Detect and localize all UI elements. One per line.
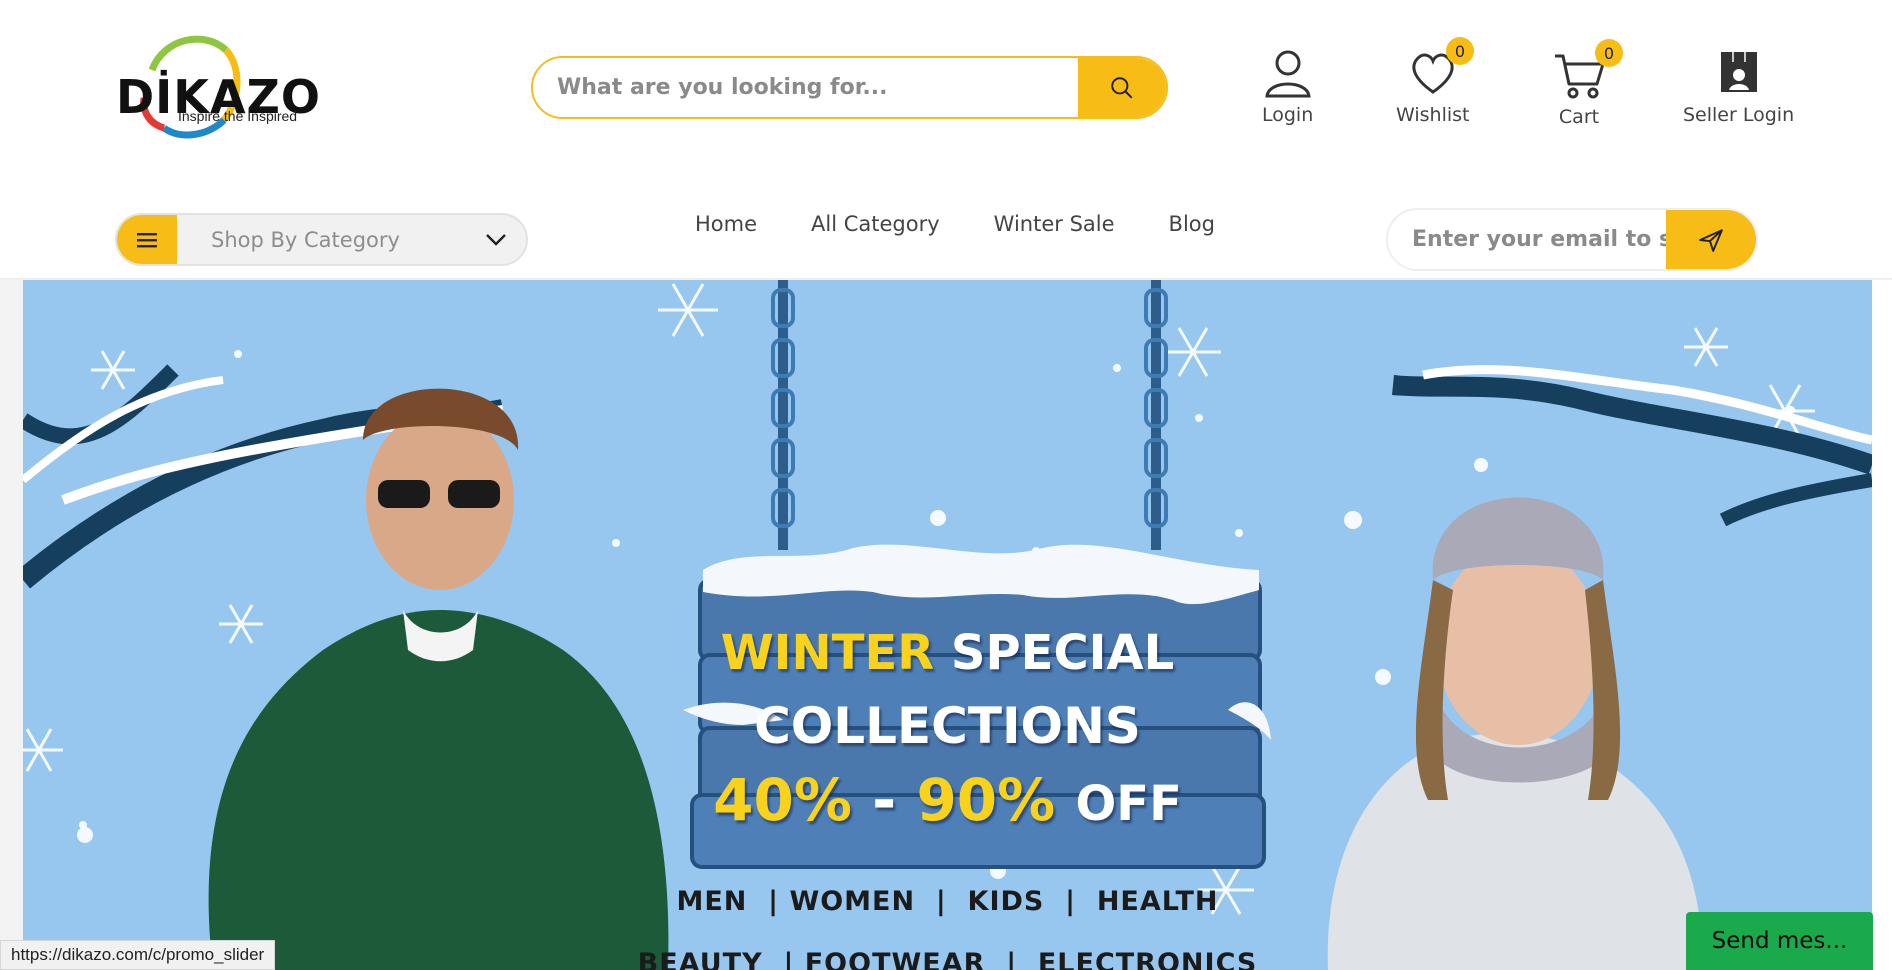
banner-headline-word2: SPECIAL xyxy=(950,625,1175,681)
hamburger-icon xyxy=(137,232,157,247)
page-gutter-right xyxy=(1872,280,1892,970)
page: DİKAZO Inspire the Inspired Login Wishli… xyxy=(0,0,1892,970)
seller-login-link[interactable]: Seller Login xyxy=(1683,48,1794,126)
search-icon xyxy=(1111,76,1133,98)
discount-from: 40% xyxy=(713,766,852,834)
login-link[interactable]: Login xyxy=(1262,48,1313,126)
banner-categories-line1: MEN | WOMEN | KIDS | HEALTH xyxy=(676,886,1219,917)
main-nav: Home All Category Winter Sale Blog xyxy=(695,212,1269,236)
wishlist-label: Wishlist xyxy=(1396,104,1470,126)
banner-headline-word1: WINTER xyxy=(720,625,935,681)
nav-link-winter-sale[interactable]: Winter Sale xyxy=(994,212,1115,236)
nav-link-home[interactable]: Home xyxy=(695,212,757,236)
category-select-label: Shop By Category xyxy=(211,227,400,252)
nav-link-all-category[interactable]: All Category xyxy=(811,212,940,236)
search-bar xyxy=(531,56,1168,119)
newsletter-submit-button[interactable] xyxy=(1666,210,1756,269)
store-icon xyxy=(1720,52,1757,92)
discount-suffix: OFF xyxy=(1075,776,1182,832)
newsletter-form xyxy=(1386,208,1758,271)
cart-count-badge: 0 xyxy=(1595,39,1623,67)
search-button[interactable] xyxy=(1078,58,1166,117)
menu-button[interactable] xyxy=(117,215,177,264)
cart-label: Cart xyxy=(1558,106,1600,128)
seller-login-label: Seller Login xyxy=(1683,104,1795,126)
nav-link-blog[interactable]: Blog xyxy=(1169,212,1215,236)
category-select[interactable]: Shop By Category xyxy=(115,213,528,266)
chevron-down-icon xyxy=(466,233,526,247)
discount-to: 90% xyxy=(916,766,1056,834)
banner-categories-line2: BEAUTY | FOOTWEAR | ELECTRONICS xyxy=(637,948,1258,970)
banner-headline-line2: COLLECTIONS xyxy=(754,697,1141,755)
banner-headline: WINTER SPECIAL xyxy=(23,625,1872,681)
chat-send-message-button[interactable]: Send mes... xyxy=(1686,912,1873,970)
promo-banner[interactable]: WINTER SPECIAL COLLECTIONS 40% - 90% OFF… xyxy=(23,280,1872,970)
page-gutter xyxy=(0,280,23,970)
banner-discount: 40% - 90% OFF xyxy=(23,766,1872,834)
user-icon xyxy=(1264,50,1311,98)
newsletter-email-input[interactable] xyxy=(1388,210,1666,269)
search-input[interactable] xyxy=(533,58,1078,117)
logo-tagline: Inspire the Inspired xyxy=(178,108,298,124)
site-logo[interactable]: DİKAZO Inspire the Inspired xyxy=(114,28,334,148)
send-icon xyxy=(1699,228,1723,252)
wishlist-count-badge: 0 xyxy=(1446,37,1474,65)
login-label: Login xyxy=(1262,104,1314,126)
status-bar-url: https://dikazo.com/c/promo_slider xyxy=(0,940,276,970)
discount-dash: - xyxy=(872,766,897,834)
